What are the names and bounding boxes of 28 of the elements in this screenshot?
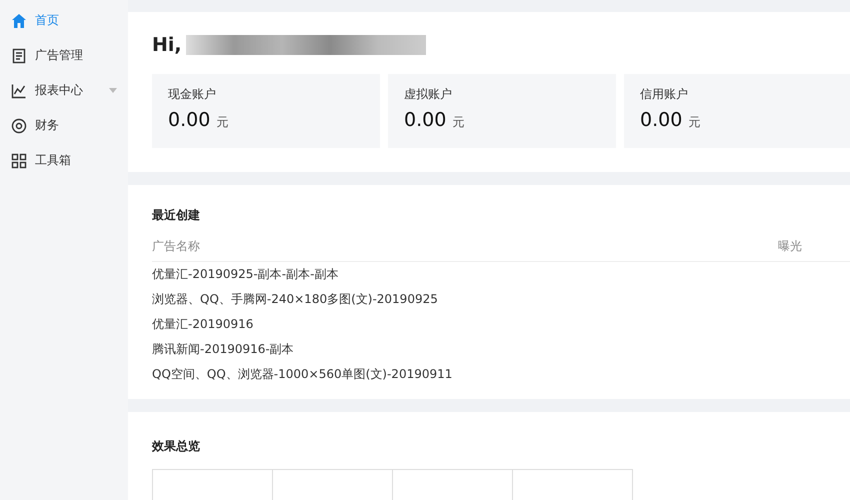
target-icon <box>11 118 27 134</box>
sidebar-item[interactable]: 广告管理 <box>0 38 128 73</box>
sidebar-item[interactable]: 工具箱 <box>0 143 128 178</box>
greeting: Hi, <box>152 34 182 56</box>
home-icon <box>11 12 27 28</box>
ad-name[interactable]: 优量汇-20190916 <box>152 312 850 337</box>
account-label: 信用账户 <box>640 86 689 103</box>
column-header: 广告名称 <box>152 238 200 255</box>
account-label: 虚拟账户 <box>404 86 453 103</box>
section-title: 效果总览 <box>152 438 201 455</box>
ad-name[interactable]: QQ空间、QQ、浏览器-1000×560单图(文)-20190911 <box>152 362 850 387</box>
column-header: 曝光 <box>778 238 802 255</box>
account-balance: 0.00 <box>168 109 210 131</box>
currency-unit: 元 <box>688 114 700 131</box>
document-icon <box>11 48 27 64</box>
line-chart-icon <box>11 82 27 98</box>
account-balance: 0.00 <box>640 109 682 131</box>
sidebar-item[interactable]: 财务 <box>0 108 128 143</box>
section-title: 最近创建 <box>152 207 201 224</box>
currency-unit: 元 <box>452 114 464 131</box>
sidebar-item[interactable]: 报表中心 <box>0 73 128 108</box>
account-balance: 0.00 <box>404 109 446 131</box>
ad-name[interactable]: 浏览器、QQ、手腾网-240×180多图(文)-20190925 <box>152 287 850 312</box>
grid-icon <box>11 152 27 168</box>
currency-unit: 元 <box>216 114 228 131</box>
ad-name[interactable]: 腾讯新闻-20190916-副本 <box>152 337 850 362</box>
account-label: 现金账户 <box>168 86 217 103</box>
ad-name[interactable]: 优量汇-20190925-副本-副本-副本 <box>152 262 850 287</box>
